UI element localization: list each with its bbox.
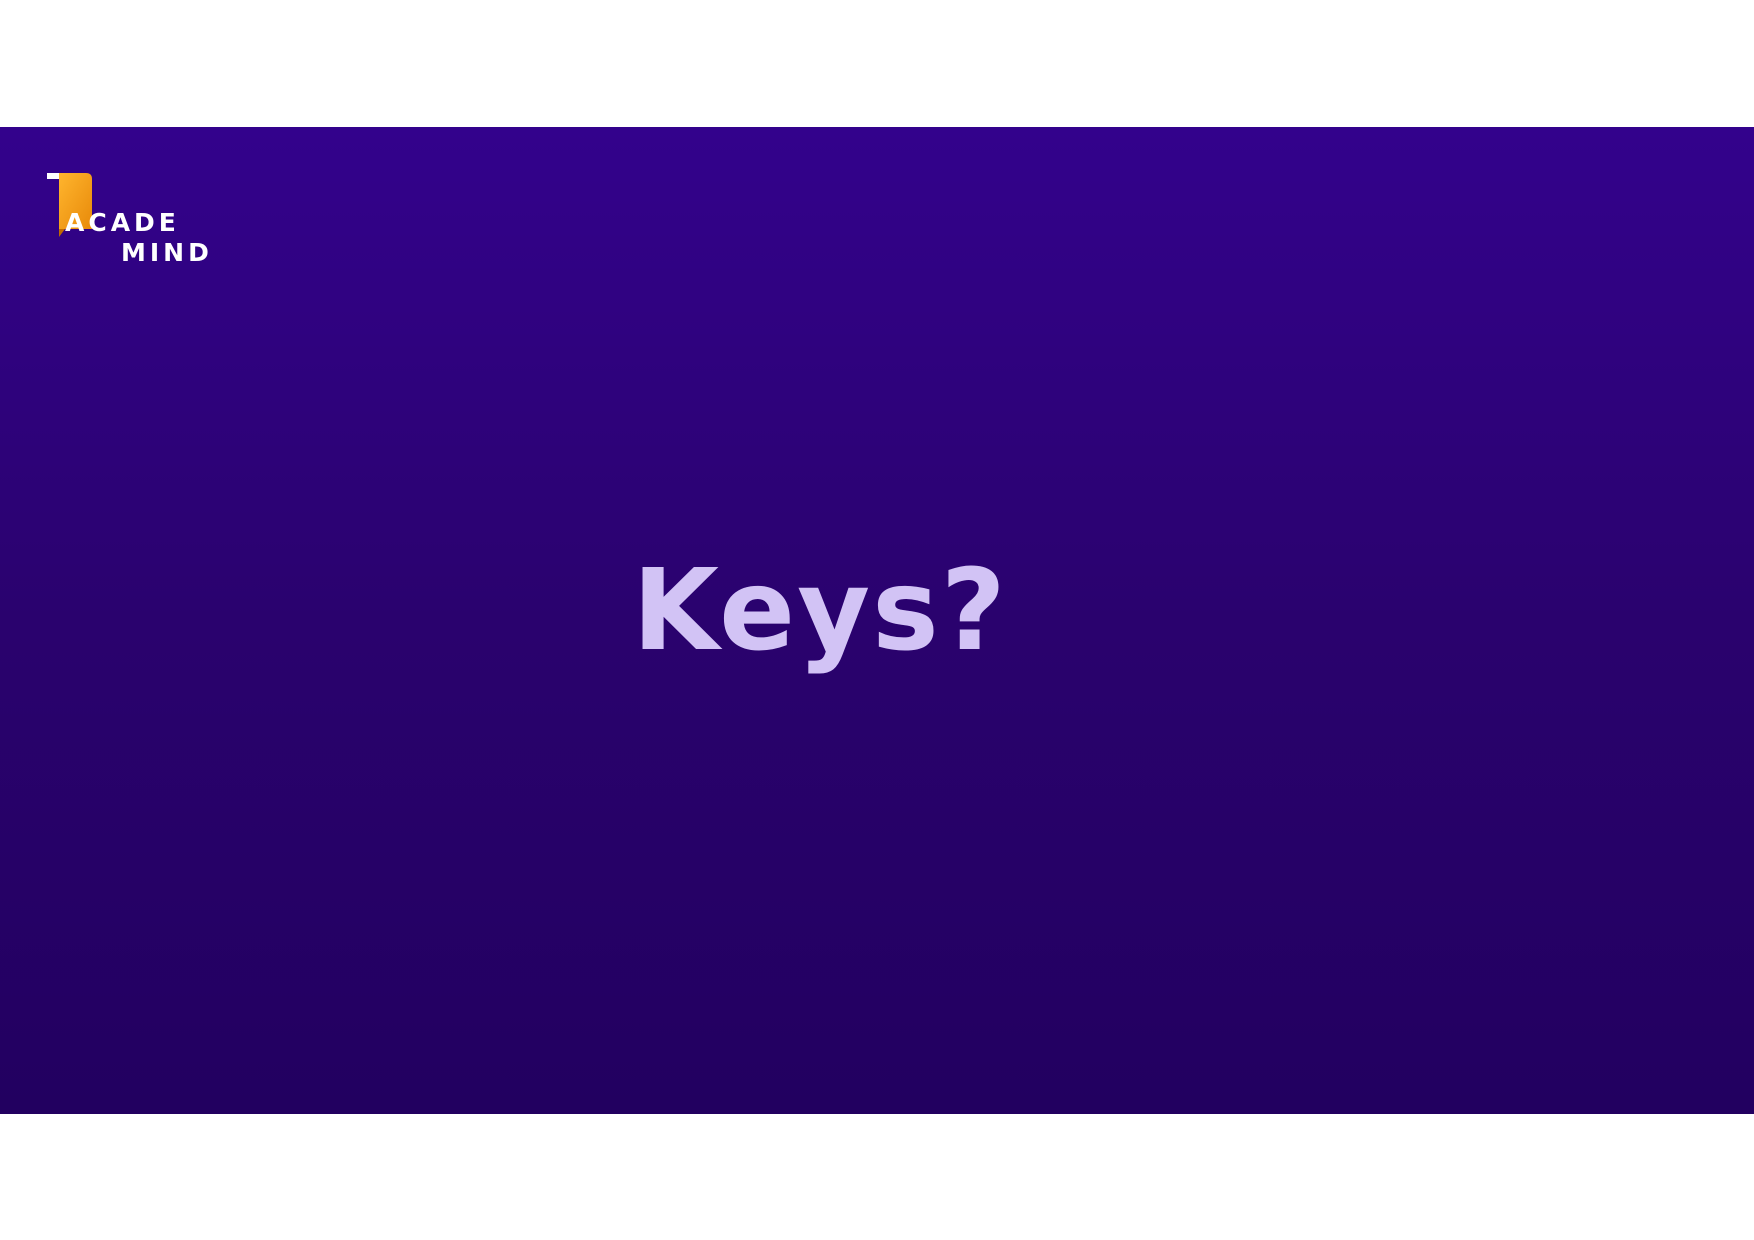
- academind-logo: ACADE MIND: [45, 171, 215, 271]
- logo-text-line1: ACADE: [65, 208, 180, 237]
- slide-title: Keys?: [632, 546, 1008, 676]
- slide: ACADE MIND Keys?: [0, 127, 1754, 1114]
- logo-text-line2: MIND: [121, 238, 213, 267]
- page: ACADE MIND Keys?: [0, 0, 1754, 1240]
